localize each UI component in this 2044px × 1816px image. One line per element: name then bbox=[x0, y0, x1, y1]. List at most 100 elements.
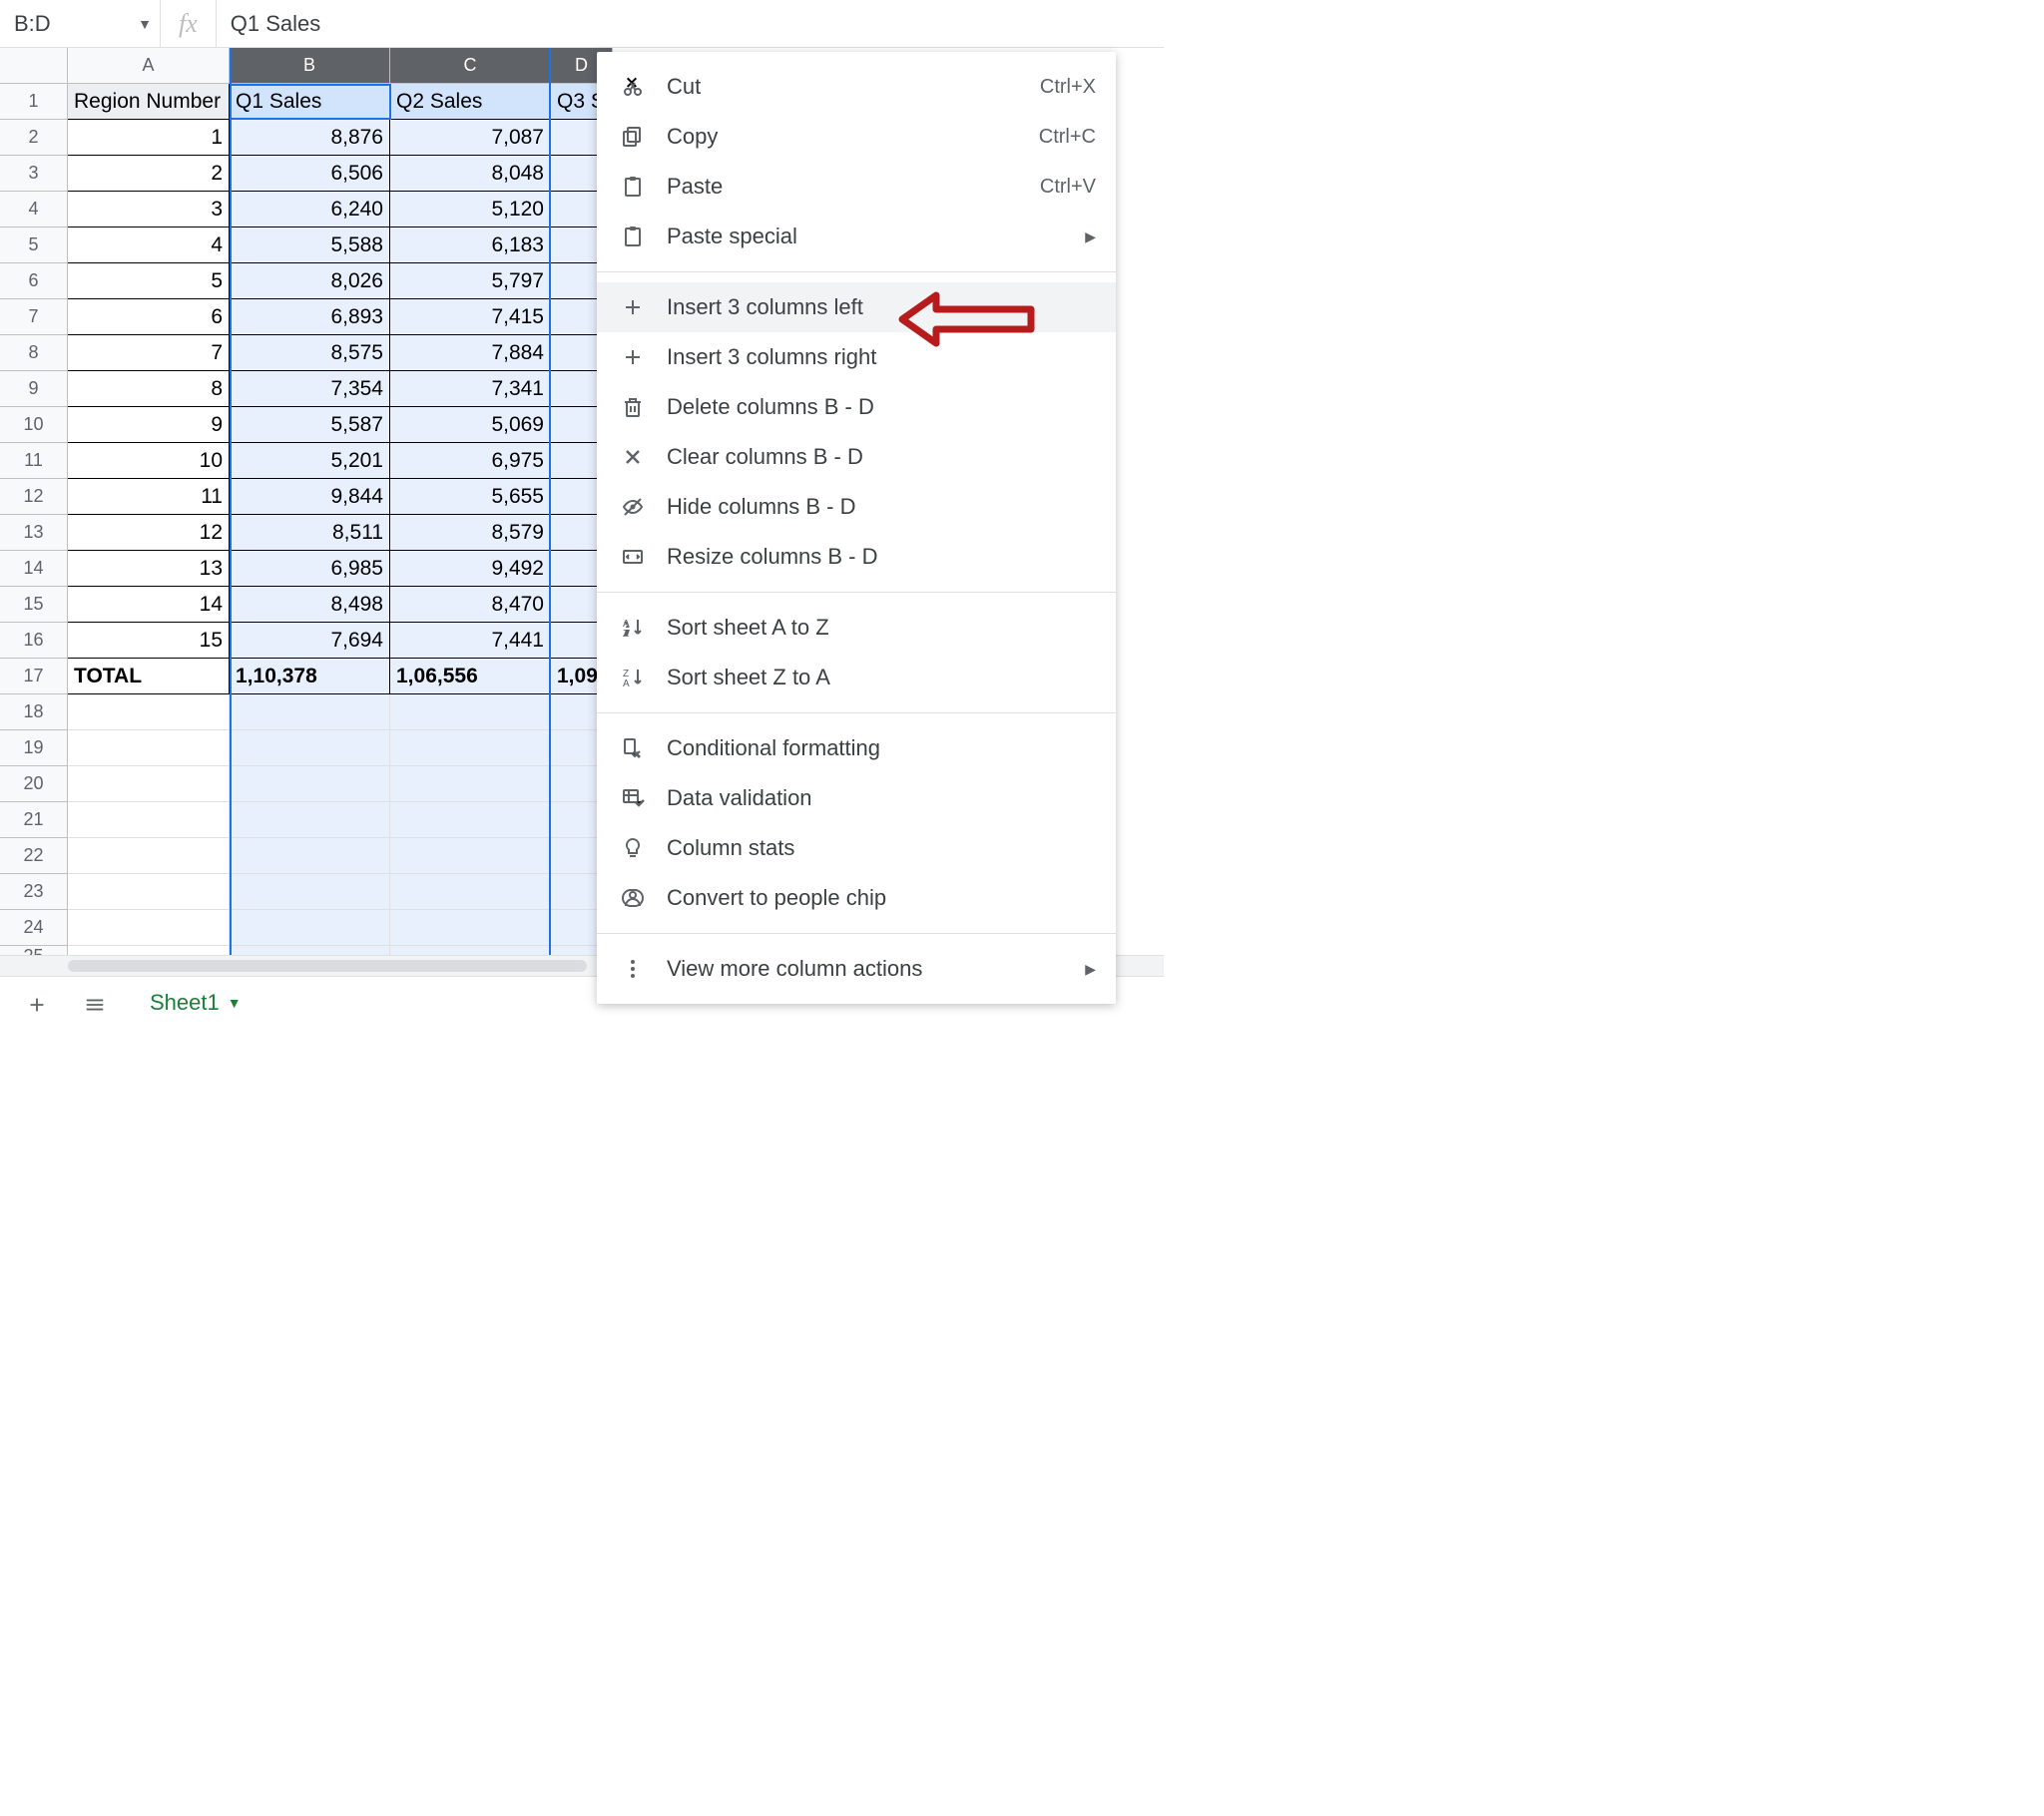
cell[interactable]: 5 bbox=[68, 263, 230, 299]
cell[interactable]: 6,240 bbox=[230, 192, 390, 227]
cell[interactable] bbox=[230, 730, 390, 766]
row-header-3[interactable]: 3 bbox=[0, 156, 68, 192]
cell[interactable] bbox=[230, 838, 390, 874]
column-header-a[interactable]: A bbox=[68, 48, 230, 84]
cell[interactable]: 8,470 bbox=[390, 587, 551, 623]
row-header-5[interactable]: 5 bbox=[0, 227, 68, 263]
row-header-7[interactable]: 7 bbox=[0, 299, 68, 335]
select-all-corner[interactable] bbox=[0, 48, 68, 84]
cell[interactable]: 11 bbox=[68, 479, 230, 515]
row-header-23[interactable]: 23 bbox=[0, 874, 68, 910]
cell[interactable]: 8,026 bbox=[230, 263, 390, 299]
formula-input[interactable]: Q1 Sales bbox=[217, 11, 1158, 37]
menu-item-insert-3-columns-right[interactable]: Insert 3 columns right bbox=[597, 332, 1116, 382]
cell[interactable]: 6,506 bbox=[230, 156, 390, 192]
cell[interactable]: 8,498 bbox=[230, 587, 390, 623]
cell[interactable] bbox=[68, 946, 230, 956]
cell[interactable]: 1,06,556 bbox=[390, 659, 551, 694]
row-header-16[interactable]: 16 bbox=[0, 623, 68, 659]
cell[interactable]: 9,844 bbox=[230, 479, 390, 515]
cell[interactable] bbox=[68, 802, 230, 838]
row-header-22[interactable]: 22 bbox=[0, 838, 68, 874]
cell[interactable]: 8,048 bbox=[390, 156, 551, 192]
row-header-25[interactable]: 25 bbox=[0, 946, 68, 956]
cell[interactable]: 8,579 bbox=[390, 515, 551, 551]
cell[interactable]: 6 bbox=[68, 299, 230, 335]
cell[interactable]: 6,975 bbox=[390, 443, 551, 479]
cell[interactable]: 7,341 bbox=[390, 371, 551, 407]
cell[interactable]: 10 bbox=[68, 443, 230, 479]
cell[interactable]: 8 bbox=[68, 371, 230, 407]
cell[interactable] bbox=[230, 694, 390, 730]
cell[interactable]: 15 bbox=[68, 623, 230, 659]
all-sheets-button[interactable] bbox=[78, 988, 112, 1022]
menu-item-cut[interactable]: CutCtrl+X bbox=[597, 62, 1116, 112]
row-header-1[interactable]: 1 bbox=[0, 84, 68, 120]
cell[interactable]: 14 bbox=[68, 587, 230, 623]
cell[interactable]: 5,587 bbox=[230, 407, 390, 443]
cell[interactable]: 9,492 bbox=[390, 551, 551, 587]
cell[interactable]: 2 bbox=[68, 156, 230, 192]
cell[interactable]: 7,354 bbox=[230, 371, 390, 407]
cell[interactable]: 13 bbox=[68, 551, 230, 587]
menu-item-insert-3-columns-left[interactable]: Insert 3 columns left bbox=[597, 282, 1116, 332]
cell[interactable]: 1 bbox=[68, 120, 230, 156]
menu-item-convert-to-people-chip[interactable]: Convert to people chip bbox=[597, 873, 1116, 923]
cell[interactable] bbox=[390, 802, 551, 838]
row-header-11[interactable]: 11 bbox=[0, 443, 68, 479]
cell[interactable] bbox=[230, 766, 390, 802]
cell[interactable]: 7,694 bbox=[230, 623, 390, 659]
cell[interactable] bbox=[390, 766, 551, 802]
row-header-18[interactable]: 18 bbox=[0, 694, 68, 730]
cell[interactable] bbox=[230, 910, 390, 946]
cell[interactable] bbox=[68, 874, 230, 910]
add-sheet-button[interactable] bbox=[20, 988, 54, 1022]
menu-item-column-stats[interactable]: Column stats bbox=[597, 823, 1116, 873]
row-header-24[interactable]: 24 bbox=[0, 910, 68, 946]
cell[interactable]: 3 bbox=[68, 192, 230, 227]
menu-item-sort-sheet-z-to-a[interactable]: ZASort sheet Z to A bbox=[597, 653, 1116, 702]
scrollbar-thumb[interactable] bbox=[68, 960, 587, 972]
row-header-17[interactable]: 17 bbox=[0, 659, 68, 694]
row-header-9[interactable]: 9 bbox=[0, 371, 68, 407]
cell[interactable]: TOTAL bbox=[68, 659, 230, 694]
sheet-tab-sheet1[interactable]: Sheet1 ▼ bbox=[136, 984, 256, 1025]
name-box[interactable]: B:D ▼ bbox=[6, 0, 161, 47]
cell[interactable] bbox=[68, 838, 230, 874]
cell[interactable]: Q2 Sales bbox=[390, 84, 551, 120]
row-header-12[interactable]: 12 bbox=[0, 479, 68, 515]
menu-item-view-more-column-actions[interactable]: View more column actions▶ bbox=[597, 944, 1116, 994]
cell[interactable]: 4 bbox=[68, 227, 230, 263]
cell[interactable] bbox=[230, 802, 390, 838]
row-header-20[interactable]: 20 bbox=[0, 766, 68, 802]
menu-item-delete-columns-b-d[interactable]: Delete columns B - D bbox=[597, 382, 1116, 432]
menu-item-clear-columns-b-d[interactable]: Clear columns B - D bbox=[597, 432, 1116, 482]
column-header-b[interactable]: B bbox=[230, 48, 390, 84]
cell[interactable] bbox=[230, 946, 390, 956]
cell[interactable] bbox=[68, 730, 230, 766]
row-header-2[interactable]: 2 bbox=[0, 120, 68, 156]
cell[interactable]: 5,120 bbox=[390, 192, 551, 227]
menu-item-copy[interactable]: CopyCtrl+C bbox=[597, 112, 1116, 162]
cell[interactable]: Q1 Sales bbox=[230, 84, 390, 120]
row-header-14[interactable]: 14 bbox=[0, 551, 68, 587]
cell[interactable]: 8,876 bbox=[230, 120, 390, 156]
menu-item-sort-sheet-a-to-z[interactable]: AZSort sheet A to Z bbox=[597, 603, 1116, 653]
cell[interactable]: 7,884 bbox=[390, 335, 551, 371]
cell[interactable]: 7,441 bbox=[390, 623, 551, 659]
cell[interactable]: 5,797 bbox=[390, 263, 551, 299]
row-header-15[interactable]: 15 bbox=[0, 587, 68, 623]
cell[interactable]: 9 bbox=[68, 407, 230, 443]
row-header-4[interactable]: 4 bbox=[0, 192, 68, 227]
cell[interactable]: Region Number bbox=[68, 84, 230, 120]
cell[interactable] bbox=[68, 694, 230, 730]
row-header-19[interactable]: 19 bbox=[0, 730, 68, 766]
row-header-6[interactable]: 6 bbox=[0, 263, 68, 299]
cell[interactable] bbox=[390, 874, 551, 910]
cell[interactable]: 7,415 bbox=[390, 299, 551, 335]
cell[interactable] bbox=[390, 694, 551, 730]
menu-item-paste[interactable]: PasteCtrl+V bbox=[597, 162, 1116, 212]
row-header-10[interactable]: 10 bbox=[0, 407, 68, 443]
cell[interactable] bbox=[390, 838, 551, 874]
cell[interactable]: 1,10,378 bbox=[230, 659, 390, 694]
